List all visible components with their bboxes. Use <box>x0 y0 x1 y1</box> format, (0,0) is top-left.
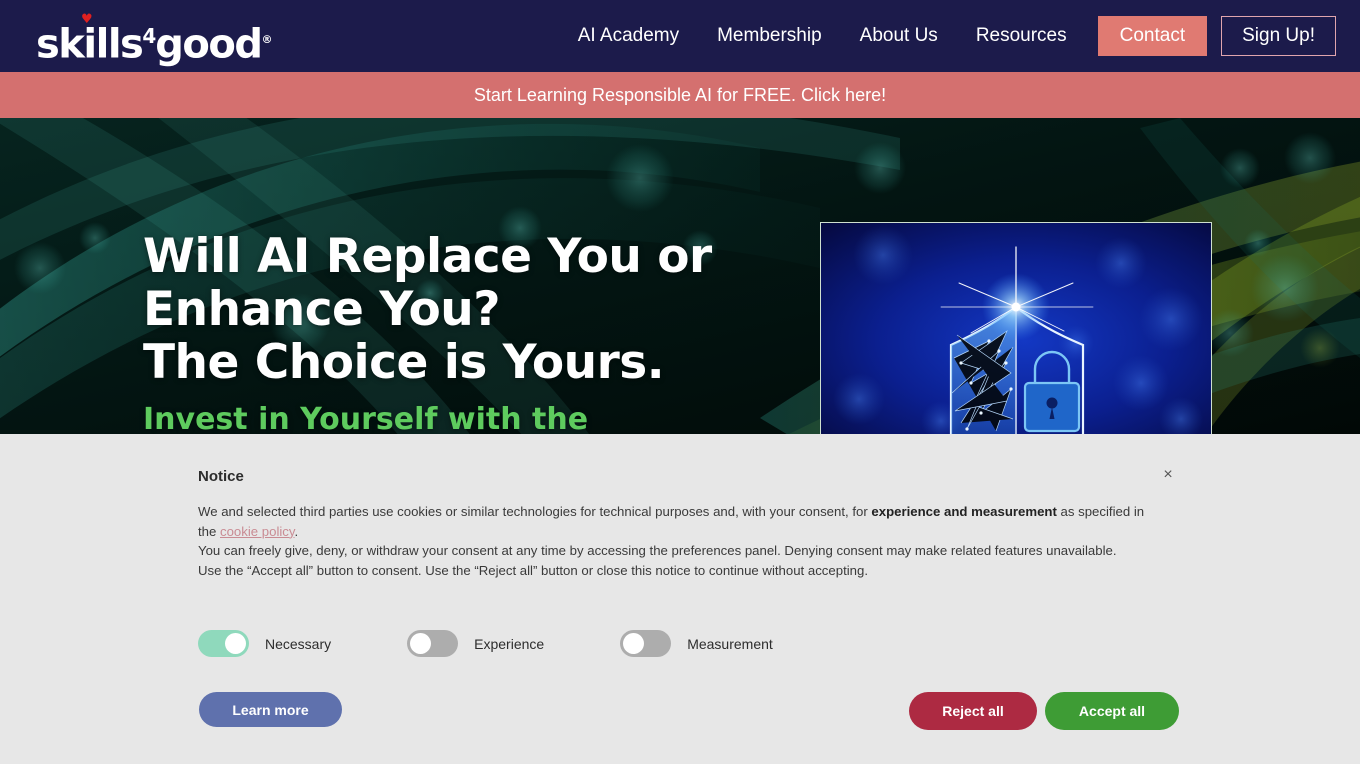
nav-link-resources[interactable]: Resources <box>957 0 1086 72</box>
toggle-group-measurement: Measurement <box>620 630 773 657</box>
toggle-label-measurement: Measurement <box>687 635 773 652</box>
toggle-label-necessary: Necessary <box>265 635 332 652</box>
site-logo[interactable]: ♥ skills4good® <box>36 13 273 67</box>
toggle-necessary[interactable] <box>198 630 249 657</box>
accept-all-button[interactable]: Accept all <box>1045 692 1179 730</box>
reject-all-button[interactable]: Reject all <box>909 692 1037 730</box>
toggle-group-necessary: Necessary <box>198 630 331 657</box>
notice-p1-part-c: . <box>294 523 299 539</box>
notice-title: Notice <box>198 468 244 485</box>
site-header: ♥ skills4good® AI Academy Membership Abou… <box>0 0 1360 72</box>
notice-body: We and selected third parties use cookie… <box>198 502 1148 580</box>
toggle-experience[interactable] <box>407 630 459 657</box>
learn-more-button[interactable]: Learn more <box>199 692 342 727</box>
hero-headline-line-3: The Choice is Yours. <box>143 335 665 390</box>
main-navigation: AI Academy Membership About Us Resources… <box>559 0 1336 72</box>
consent-toggles: Necessary Experience Measurement <box>198 630 773 657</box>
toggle-knob <box>623 633 645 654</box>
logo-text: ♥ skills4good® <box>36 13 273 67</box>
toggle-group-experience: Experience <box>407 630 544 657</box>
logo-text-before: skills <box>36 21 144 68</box>
cookie-policy-link[interactable]: cookie policy <box>220 524 295 539</box>
page-root: ♥ skills4good® AI Academy Membership Abou… <box>0 0 1360 764</box>
notice-p1-part-a: We and selected third parties use cookie… <box>198 504 872 519</box>
contact-button[interactable]: Contact <box>1097 16 1208 56</box>
nav-link-about-us[interactable]: About Us <box>841 0 957 72</box>
promo-banner-text: Start Learning Responsible AI for FREE. … <box>473 84 887 105</box>
hero-subheadline: Invest in Yourself with the <box>143 402 589 437</box>
notice-paragraph-3: Use the “Accept all” button to consent. … <box>198 562 868 578</box>
toggle-measurement[interactable] <box>620 630 672 657</box>
logo-text-after: good <box>155 21 263 68</box>
heart-icon: ♥ <box>81 12 93 27</box>
hero-headline-line-2: Enhance You? <box>143 282 501 337</box>
notice-paragraph-1: We and selected third parties use cookie… <box>198 502 1148 541</box>
hero-headline: Will AI Replace You or Enhance You? The … <box>143 230 712 389</box>
shield-lock-network-icon <box>821 223 1211 437</box>
promo-banner[interactable]: Start Learning Responsible AI for FREE. … <box>0 72 1360 118</box>
toggle-label-experience: Experience <box>474 635 545 652</box>
hero-section: Will AI Replace You or Enhance You? The … <box>0 118 1360 438</box>
notice-paragraph-2: You can freely give, deny, or withdraw y… <box>198 543 1117 558</box>
nav-link-membership[interactable]: Membership <box>698 0 841 72</box>
sign-up-button[interactable]: Sign Up! <box>1221 16 1336 56</box>
close-icon[interactable]: × <box>1159 466 1177 484</box>
cookie-notice: Notice × We and selected third parties u… <box>0 434 1360 764</box>
toggle-knob <box>410 633 432 654</box>
registered-mark-icon: ® <box>261 33 273 46</box>
hero-image-panel <box>820 222 1212 438</box>
notice-p1-bold: experience and measurement <box>871 504 1057 519</box>
nav-link-ai-academy[interactable]: AI Academy <box>559 0 698 72</box>
toggle-knob <box>225 633 246 654</box>
logo-superscript-4: 4 <box>142 24 156 48</box>
hero-headline-line-1: Will AI Replace You or <box>143 229 712 284</box>
